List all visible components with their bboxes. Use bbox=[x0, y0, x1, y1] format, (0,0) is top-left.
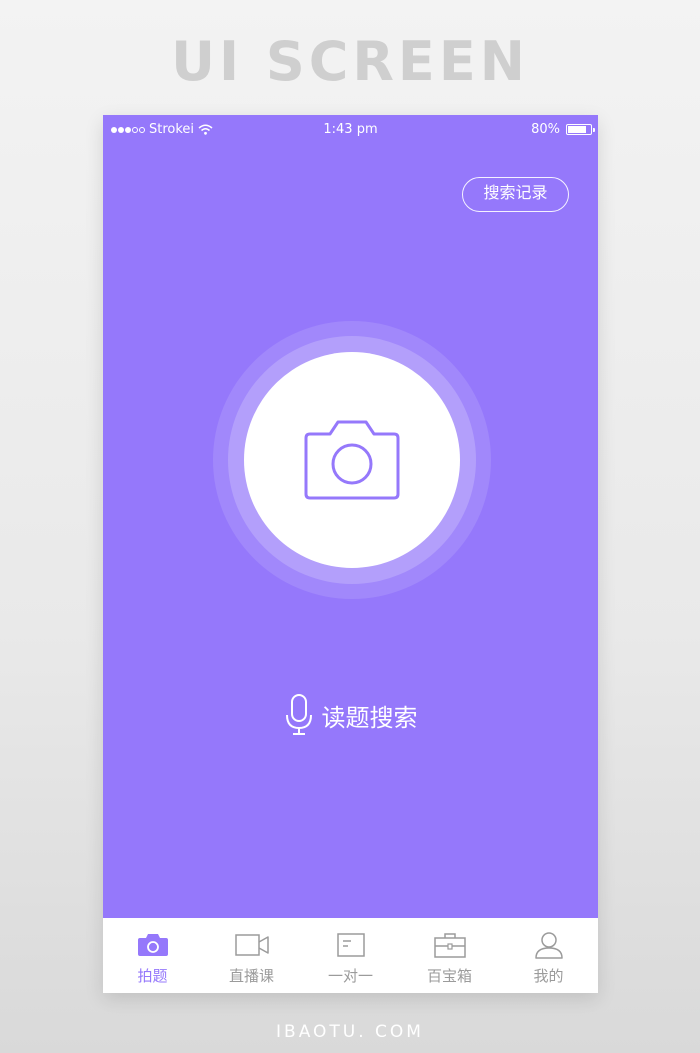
battery-icon bbox=[566, 124, 595, 135]
video-camera-icon bbox=[234, 934, 269, 956]
tab-bar: 拍题 直播课 一对一 百宝箱 我的 bbox=[103, 918, 598, 993]
voice-search-button[interactable]: 读题搜索 bbox=[103, 693, 598, 737]
microphone-icon bbox=[285, 694, 312, 735]
tab-one-on-one[interactable]: 一对一 bbox=[301, 918, 400, 993]
phone-screen: Strokei 1:43 pm 80% 搜索记录 读题搜索 拍题 直播课 一对一… bbox=[103, 115, 598, 993]
user-icon bbox=[534, 932, 563, 959]
status-right: 80% bbox=[531, 122, 595, 137]
take-photo-button[interactable] bbox=[244, 352, 460, 568]
voice-search-label: 读题搜索 bbox=[321, 704, 418, 732]
banner-title: UI SCREEN bbox=[171, 30, 529, 93]
status-bar: Strokei 1:43 pm 80% bbox=[103, 115, 598, 143]
status-time: 1:43 pm bbox=[323, 122, 378, 137]
tab-live-class[interactable]: 直播课 bbox=[202, 918, 301, 993]
tab-toolbox[interactable]: 百宝箱 bbox=[400, 918, 499, 993]
camera-icon bbox=[137, 934, 168, 956]
tab-label: 百宝箱 bbox=[426, 968, 472, 985]
tab-label: 拍题 bbox=[137, 968, 168, 985]
message-icon bbox=[336, 933, 365, 957]
battery-level bbox=[568, 126, 586, 133]
search-history-button[interactable]: 搜索记录 bbox=[462, 177, 569, 212]
footer-credit: IBAOTU. COM bbox=[276, 1022, 424, 1042]
tab-label: 我的 bbox=[533, 968, 564, 985]
tab-label: 一对一 bbox=[327, 968, 373, 985]
battery-percentage: 80% bbox=[531, 122, 560, 137]
briefcase-icon bbox=[433, 933, 466, 958]
tab-photo-question[interactable]: 拍题 bbox=[103, 918, 202, 993]
camera-icon bbox=[304, 420, 400, 500]
tab-profile[interactable]: 我的 bbox=[499, 918, 598, 993]
tab-label: 直播课 bbox=[228, 968, 274, 985]
